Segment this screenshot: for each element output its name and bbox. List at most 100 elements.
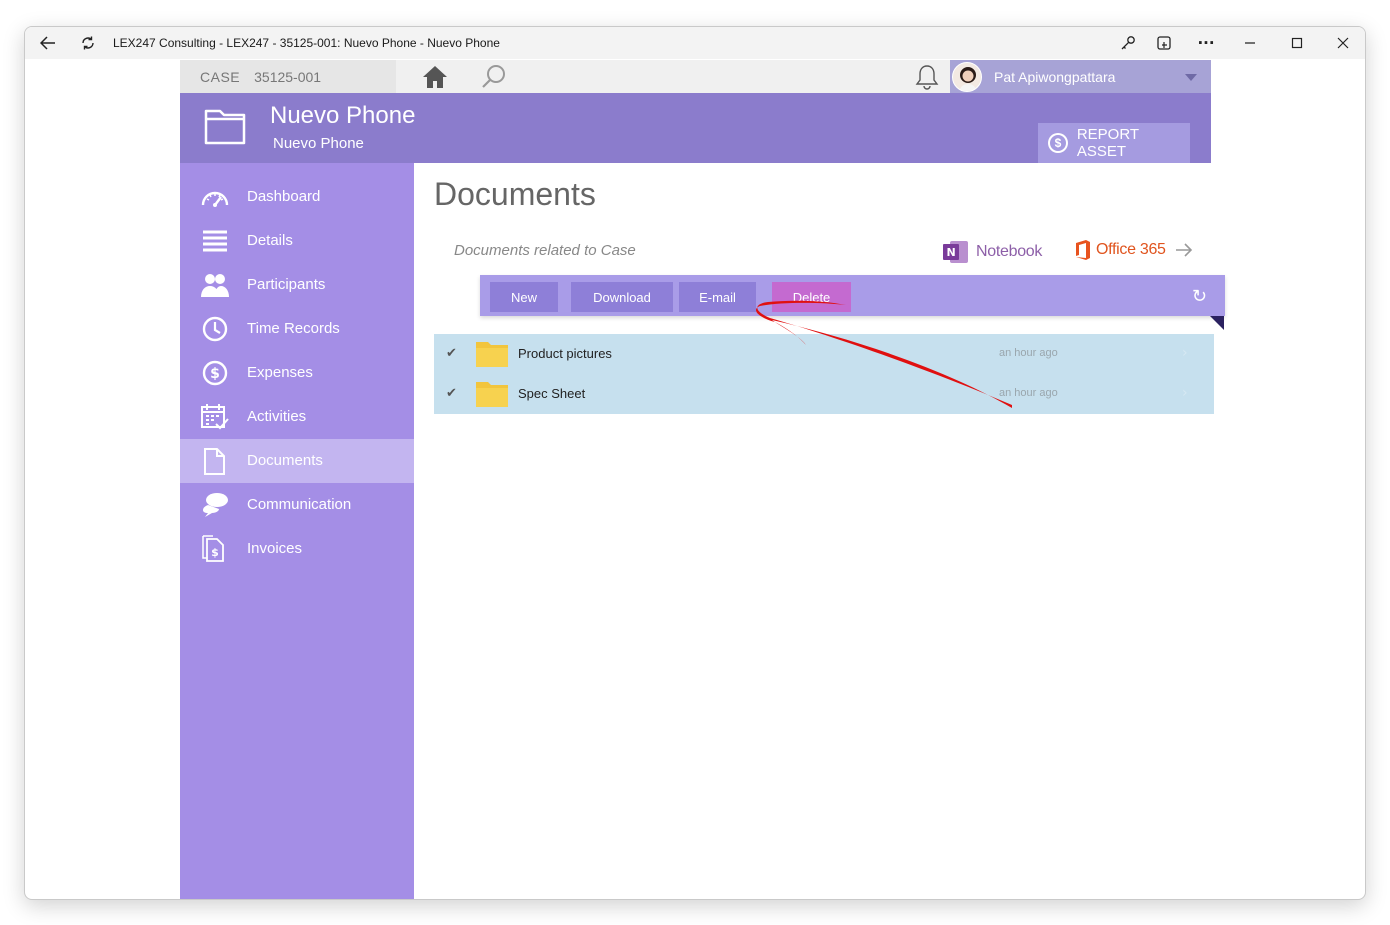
- sidebar-item-label: Participants: [247, 276, 326, 293]
- close-button[interactable]: [1328, 27, 1358, 59]
- more-icon: ···: [1197, 34, 1215, 52]
- people-icon: [201, 274, 229, 297]
- home-icon: [423, 66, 447, 88]
- bell-icon: [915, 65, 939, 90]
- document-icon: [204, 448, 225, 475]
- maximize-button[interactable]: [1282, 27, 1312, 59]
- invoice-icon: $: [202, 535, 224, 562]
- page-title: Documents: [434, 176, 596, 212]
- key-icon: [1121, 36, 1135, 50]
- dollar-circle-icon: $: [1048, 133, 1068, 153]
- list-item[interactable]: ✔ Product pictures an hour ago ›: [434, 334, 1214, 374]
- delete-label: Delete: [792, 289, 831, 305]
- refresh-icon: ↻: [1191, 286, 1207, 307]
- minimize-button[interactable]: [1235, 27, 1265, 59]
- email-label: E-mail: [699, 289, 736, 305]
- user-name: Pat Apiwongpattara: [994, 68, 1116, 85]
- back-button[interactable]: [31, 27, 65, 59]
- list-item[interactable]: ✔ Spec Sheet an hour ago ›: [434, 374, 1214, 414]
- chevron-down-icon: [1185, 74, 1197, 81]
- folder-icon: [476, 342, 508, 367]
- title-bar: LEX247 Consulting - LEX247 - 35125-001: …: [25, 27, 1365, 59]
- file-list: ✔ Product pictures an hour ago › ✔ Spec …: [434, 334, 1214, 414]
- svg-text:$: $: [211, 546, 219, 559]
- avatar: [952, 61, 982, 92]
- gauge-icon: [201, 191, 229, 207]
- sidebar-item-label: Dashboard: [247, 188, 321, 205]
- sidebar-item-participants[interactable]: Participants: [180, 263, 414, 307]
- file-name: Product pictures: [518, 346, 612, 361]
- toolbar-corner: [1210, 316, 1224, 330]
- case-title: Nuevo Phone: [270, 102, 416, 129]
- file-time: an hour ago: [999, 347, 1058, 359]
- chevron-right-icon: ›: [1182, 385, 1188, 401]
- back-arrow-icon: [40, 36, 55, 50]
- sidebar-item-label: Communication: [247, 496, 352, 513]
- sidebar-item-time-records[interactable]: Time Records: [180, 307, 414, 351]
- sidebar-item-communication[interactable]: Communication: [180, 483, 414, 527]
- chevron-right-icon: ›: [1182, 345, 1188, 361]
- folder-icon: [204, 109, 246, 145]
- top-bar: CASE 35125-001 Pat Apiwongpattara: [180, 60, 1211, 93]
- home-button[interactable]: [420, 64, 450, 90]
- chat-icon: [203, 493, 228, 517]
- more-button[interactable]: ···: [1191, 27, 1221, 59]
- sidebar-item-label: Details: [247, 232, 293, 249]
- close-icon: [1337, 37, 1349, 49]
- dollar-icon: $: [202, 360, 228, 386]
- search-button[interactable]: [480, 63, 508, 91]
- office-icon: [1076, 240, 1090, 260]
- refresh-window-button[interactable]: [71, 27, 105, 59]
- maximize-icon: [1291, 37, 1303, 49]
- arrow-right-icon: [1175, 243, 1192, 257]
- page-subtitle: Documents related to Case: [454, 242, 636, 259]
- settings-button[interactable]: [1113, 27, 1143, 59]
- sidebar-item-activities[interactable]: Activities: [180, 395, 414, 439]
- main-content: Documents Documents related to Case N No…: [414, 163, 1225, 899]
- check-icon[interactable]: ✔: [446, 346, 457, 361]
- notebook-label: Notebook: [976, 243, 1043, 260]
- case-subtitle: Nuevo Phone: [273, 135, 364, 152]
- notebook-link[interactable]: N Notebook: [942, 239, 1042, 265]
- sidebar-item-label: Documents: [247, 452, 323, 469]
- file-time: an hour ago: [999, 387, 1058, 399]
- sidebar-item-label: Activities: [247, 408, 307, 425]
- download-label: Download: [593, 289, 651, 305]
- search-icon: [482, 65, 505, 88]
- case-indicator: CASE 35125-001: [180, 60, 396, 93]
- sidebar: Dashboard Details Participants Time Reco…: [180, 163, 414, 899]
- minimize-icon: [1245, 42, 1255, 44]
- report-asset-button[interactable]: $ REPORT ASSET: [1038, 123, 1190, 163]
- new-label: New: [510, 289, 537, 305]
- office365-link[interactable]: Office 365: [1074, 239, 1194, 261]
- file-name: Spec Sheet: [518, 386, 586, 401]
- user-menu[interactable]: Pat Apiwongpattara: [950, 60, 1211, 93]
- download-button[interactable]: Download: [571, 282, 673, 312]
- folder-icon: [476, 382, 508, 407]
- email-button[interactable]: E-mail: [679, 282, 756, 312]
- svg-text:N: N: [947, 246, 956, 259]
- case-label: CASE: [200, 68, 241, 85]
- sidebar-item-expenses[interactable]: $ Expenses: [180, 351, 414, 395]
- notifications-button[interactable]: [914, 63, 940, 91]
- svg-text:$: $: [210, 366, 220, 382]
- case-header: Nuevo Phone Nuevo Phone $ REPORT ASSET: [180, 93, 1211, 163]
- check-icon[interactable]: ✔: [446, 386, 457, 401]
- new-button[interactable]: New: [490, 282, 558, 312]
- app-window: LEX247 Consulting - LEX247 - 35125-001: …: [24, 26, 1366, 900]
- sidebar-item-documents[interactable]: Documents: [180, 439, 414, 483]
- sidebar-item-invoices[interactable]: $ Invoices: [180, 527, 414, 571]
- case-number: 35125-001: [254, 68, 322, 85]
- sidebar-item-details[interactable]: Details: [180, 219, 414, 263]
- calendar-icon: [201, 404, 229, 430]
- list-icon: [203, 230, 227, 252]
- sidebar-item-dashboard[interactable]: Dashboard: [180, 175, 414, 219]
- documents-toolbar: New Download E-mail Delete ↻: [480, 275, 1225, 316]
- refresh-button[interactable]: ↻: [1192, 286, 1207, 307]
- window-title: LEX247 Consulting - LEX247 - 35125-001: …: [113, 36, 500, 50]
- delete-button[interactable]: Delete: [772, 282, 851, 312]
- cast-button[interactable]: [1149, 27, 1179, 59]
- sync-icon: [82, 36, 94, 50]
- office-label: Office 365: [1096, 241, 1166, 258]
- sidebar-item-label: Expenses: [247, 364, 313, 381]
